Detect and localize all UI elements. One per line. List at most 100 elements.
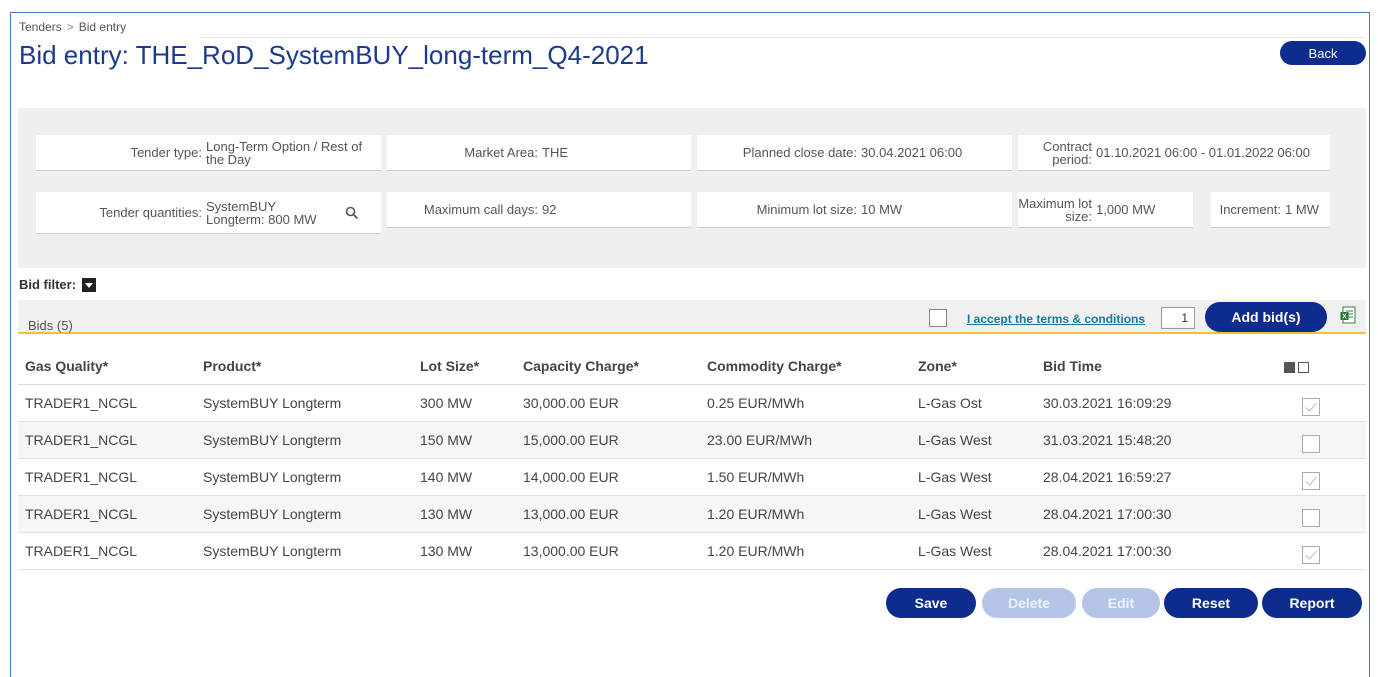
cell-gas-quality: TRADER1_NCGL: [18, 458, 196, 496]
terms-link[interactable]: I accept the terms & conditions: [967, 312, 1145, 326]
cell-select: [1284, 532, 1366, 570]
cell-bid-time: 28.04.2021 16:59:27: [1036, 458, 1284, 496]
cell-select: [1284, 458, 1366, 496]
contract-period-field: Contract period: 01.10.2021 06:00 - 01.0…: [1018, 135, 1330, 171]
cell-gas-quality: TRADER1_NCGL: [18, 384, 196, 422]
reset-button[interactable]: Reset: [1164, 588, 1258, 618]
cell-bid-time: 28.04.2021 17:00:30: [1036, 495, 1284, 533]
table-row[interactable]: TRADER1_NCGL SystemBUY Longterm 130 MW 13,0…: [18, 495, 1366, 533]
cell-capacity-charge: 30,000.00 EUR: [516, 384, 700, 422]
cell-gas-quality: TRADER1_NCGL: [18, 495, 196, 533]
cell-lot-size: 140 MW: [413, 458, 516, 496]
cell-product: SystemBUY Longterm: [196, 421, 413, 459]
table-row[interactable]: TRADER1_NCGL SystemBUY Longterm 130 MW 13,0…: [18, 532, 1366, 570]
max-call-days-label: Maximum call days:: [423, 202, 538, 217]
cell-product: SystemBUY Longterm: [196, 384, 413, 422]
min-lot-label: Minimum lot size:: [756, 202, 857, 217]
report-button[interactable]: Report: [1262, 588, 1362, 618]
cell-zone: L-Gas West: [911, 532, 1036, 570]
col-commodity-charge[interactable]: Commodity Charge*: [700, 348, 911, 385]
bids-toolbar: Bids (5) I accept the terms & conditions…: [18, 300, 1366, 334]
table-row[interactable]: TRADER1_NCGL SystemBUY Longterm 150 MW 15,0…: [18, 421, 1366, 459]
cell-lot-size: 130 MW: [413, 495, 516, 533]
table-header-row: Gas Quality* Product* Lot Size* Capacity…: [18, 348, 1366, 385]
col-capacity-charge[interactable]: Capacity Charge*: [516, 348, 700, 385]
max-lot-value: 1,000 MW: [1096, 202, 1156, 217]
max-lot-label: Maximum lot size:: [1018, 195, 1092, 224]
cell-product: SystemBUY Longterm: [196, 532, 413, 570]
increment-field: Increment: 1 MW: [1211, 192, 1330, 228]
cell-lot-size: 300 MW: [413, 384, 516, 422]
row-checkbox[interactable]: [1302, 397, 1320, 416]
bids-table: Gas Quality* Product* Lot Size* Capacity…: [18, 348, 1366, 570]
col-gas-quality[interactable]: Gas Quality*: [18, 348, 196, 385]
cell-product: SystemBUY Longterm: [196, 495, 413, 533]
col-select: [1284, 348, 1366, 385]
cell-lot-size: 150 MW: [413, 421, 516, 459]
min-lot-field: Minimum lot size: 10 MW: [697, 192, 1012, 228]
breadcrumb-separator: >: [66, 20, 74, 34]
cell-zone: L-Gas West: [911, 458, 1036, 496]
cell-capacity-charge: 13,000.00 EUR: [516, 495, 700, 533]
tender-quantities-label: Tender quantities:: [99, 205, 202, 220]
excel-export-icon[interactable]: X: [1340, 306, 1356, 324]
min-lot-value: 10 MW: [861, 202, 903, 217]
bid-filter-label: Bid filter:: [19, 277, 77, 292]
market-area-label: Market Area:: [464, 145, 538, 160]
row-checkbox[interactable]: [1302, 434, 1320, 453]
row-checkbox[interactable]: [1302, 508, 1320, 527]
bids-count: Bids (5): [28, 318, 73, 333]
page-title: Bid entry: THE_RoD_SystemBUY_long-term_Q…: [19, 40, 649, 70]
planned-close-field: Planned close date: 30.04.2021 06:00: [697, 135, 1012, 171]
deselect-all-icon[interactable]: [1298, 361, 1309, 373]
delete-button[interactable]: Delete: [982, 588, 1076, 618]
row-checkbox[interactable]: [1302, 471, 1320, 490]
contract-period-label: Contract period:: [1042, 138, 1092, 167]
edit-button[interactable]: Edit: [1082, 588, 1160, 618]
table-row[interactable]: TRADER1_NCGL SystemBUY Longterm 140 MW 14,0…: [18, 458, 1366, 496]
cell-zone: L-Gas Ost: [911, 384, 1036, 422]
planned-close-value: 30.04.2021 06:00: [861, 145, 963, 160]
cell-capacity-charge: 13,000.00 EUR: [516, 532, 700, 570]
select-all-icon[interactable]: [1284, 361, 1295, 373]
col-bid-time[interactable]: Bid Time: [1036, 348, 1284, 385]
max-call-days-value: 92: [542, 202, 557, 217]
cell-select: [1284, 384, 1366, 422]
max-lot-field: Maximum lot size: 1,000 MW: [1018, 192, 1193, 228]
cell-select: [1284, 495, 1366, 533]
breadcrumb-tenders[interactable]: Tenders: [19, 20, 62, 34]
back-button[interactable]: Back: [1280, 41, 1366, 65]
cell-capacity-charge: 14,000.00 EUR: [516, 458, 700, 496]
cell-bid-time: 30.03.2021 16:09:29: [1036, 384, 1284, 422]
search-icon[interactable]: [345, 206, 359, 220]
cell-commodity-charge: 23.00 EUR/MWh: [700, 421, 911, 459]
table-row[interactable]: TRADER1_NCGL SystemBUY Longterm 300 MW 30,0…: [18, 384, 1366, 422]
increment-label: Increment:: [1219, 202, 1281, 217]
bid-filter: Bid filter:: [19, 277, 97, 292]
market-area-field: Market Area: THE: [387, 135, 691, 171]
cell-commodity-charge: 1.20 EUR/MWh: [700, 495, 911, 533]
col-zone[interactable]: Zone*: [911, 348, 1036, 385]
add-bids-button[interactable]: Add bid(s): [1205, 302, 1327, 332]
bid-quantity-input[interactable]: [1161, 307, 1195, 329]
tender-quantities-value: SystemBUY Longterm: 800 MW: [206, 198, 317, 227]
tender-quantities-field: Tender quantities: SystemBUY Longterm: 8…: [36, 192, 381, 234]
breadcrumb: Tenders > Bid entry: [19, 20, 126, 34]
tender-type-label: Tender type:: [130, 145, 202, 160]
col-lot-size[interactable]: Lot Size*: [413, 348, 516, 385]
cell-commodity-charge: 0.25 EUR/MWh: [700, 384, 911, 422]
row-checkbox[interactable]: [1302, 545, 1320, 564]
cell-gas-quality: TRADER1_NCGL: [18, 532, 196, 570]
filter-toggle-icon[interactable]: [82, 277, 97, 292]
cell-product: SystemBUY Longterm: [196, 458, 413, 496]
cell-commodity-charge: 1.50 EUR/MWh: [700, 458, 911, 496]
breadcrumb-bid-entry: Bid entry: [78, 20, 127, 34]
cell-bid-time: 28.04.2021 17:00:30: [1036, 532, 1284, 570]
tender-type-field: Tender type: Long-Term Option / Rest of …: [36, 135, 381, 171]
cell-lot-size: 130 MW: [413, 532, 516, 570]
save-button[interactable]: Save: [886, 588, 976, 618]
col-product[interactable]: Product*: [196, 348, 413, 385]
cell-commodity-charge: 1.20 EUR/MWh: [700, 532, 911, 570]
terms-checkbox[interactable]: [929, 309, 947, 327]
svg-text:X: X: [1342, 314, 1347, 321]
